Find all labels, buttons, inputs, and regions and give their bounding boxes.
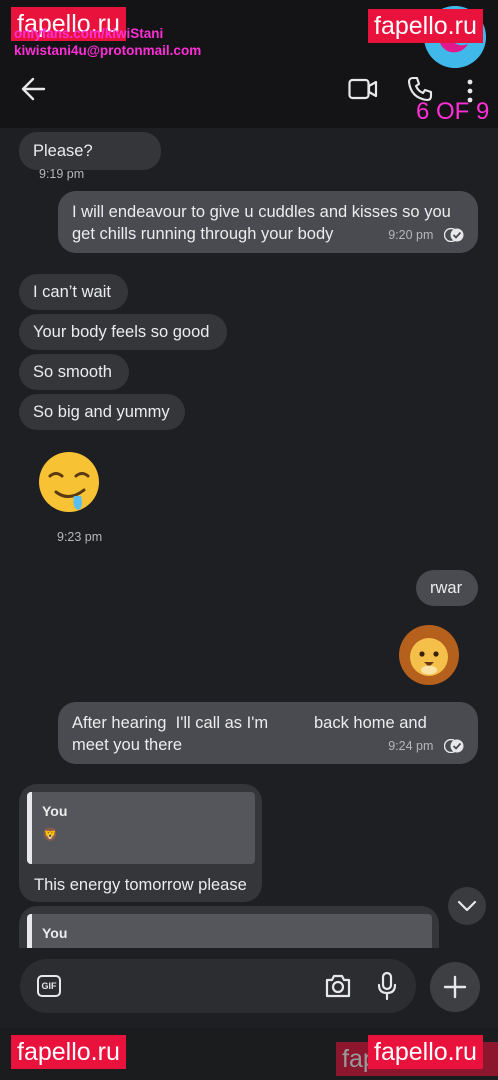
message-text: I can’t wait — [33, 283, 111, 301]
message-text: Please? — [33, 142, 93, 160]
video-call-icon[interactable] — [348, 78, 378, 100]
back-arrow-icon[interactable] — [20, 76, 48, 102]
quote-author: You — [42, 803, 68, 819]
message-text: rwar — [430, 579, 463, 597]
message-text: So big and yummy — [33, 403, 170, 421]
quoted-message[interactable]: You 🦁 — [27, 792, 255, 864]
chat-header: fapello.ru fapello.ru onlyfans.com/kiwiS… — [0, 0, 498, 128]
message-bubble[interactable]: After hearing I'll call as I'm back home… — [58, 702, 478, 764]
message-text: Your body feels so good — [33, 323, 210, 341]
microphone-icon[interactable] — [376, 971, 398, 1001]
watermark-bottom-left: fapello.ru — [11, 1035, 126, 1069]
plus-icon — [443, 975, 467, 999]
attach-plus-button[interactable] — [430, 962, 480, 1012]
message-time: 9:20 pm — [388, 228, 434, 242]
message-text-line1: I will endeavour to give u cuddles and k… — [72, 203, 451, 221]
message-time: 9:24 pm — [388, 739, 434, 753]
chevron-down-icon — [457, 900, 477, 912]
message-composer[interactable]: GIF — [20, 959, 416, 1013]
image-counter: 6 OF 9 — [416, 98, 490, 125]
message-text-line2: meet you there — [72, 736, 183, 754]
camera-icon[interactable] — [324, 973, 352, 999]
message-bubble[interactable]: I can’t wait — [19, 274, 128, 310]
read-receipt-icon — [444, 738, 464, 753]
read-receipt-icon — [444, 227, 464, 242]
watermark-bottom-right: fapello.ru — [368, 1035, 483, 1069]
quote-emoji: 🦁 — [42, 827, 59, 842]
message-bubble[interactable]: rwar — [416, 570, 478, 606]
message-text: So smooth — [33, 363, 112, 381]
message-time: 9:23 pm — [57, 530, 103, 544]
watermark-top-right: fapello.ru — [368, 9, 483, 43]
message-bubble[interactable]: Your body feels so good — [19, 314, 227, 350]
message-text-line1: After hearing I'll call as I'm back home… — [72, 714, 427, 732]
quote-author: You — [42, 925, 68, 941]
message-text-line2: get chills running through your body — [72, 225, 334, 243]
message-bubble[interactable]: So big and yummy — [19, 394, 185, 430]
message-list[interactable]: Please? 9:19 pm I will endeavour to give… — [0, 128, 498, 948]
overlay-handle-line2: kiwistani4u@protonmail.com — [14, 43, 202, 58]
gif-icon[interactable]: GIF — [37, 975, 61, 997]
message-bubble[interactable]: I will endeavour to give u cuddles and k… — [58, 191, 478, 253]
reply-message-bubble[interactable]: You — [19, 906, 439, 948]
scroll-to-bottom-button[interactable] — [448, 887, 486, 925]
reply-message-bubble[interactable]: You 🦁 This energy tomorrow please — [19, 784, 262, 902]
message-bubble[interactable]: So smooth — [19, 354, 129, 390]
message-bubble[interactable]: Please? 9:19 pm — [19, 132, 161, 181]
message-text: This energy tomorrow please — [34, 876, 247, 894]
quoted-message[interactable]: You — [27, 914, 432, 948]
drooling-face-emoji[interactable] — [36, 450, 102, 516]
lion-face-emoji[interactable] — [398, 624, 460, 686]
overlay-handle-line1: onlyfans.com/kiwiStani — [14, 26, 164, 41]
message-time: 9:19 pm — [39, 167, 85, 181]
